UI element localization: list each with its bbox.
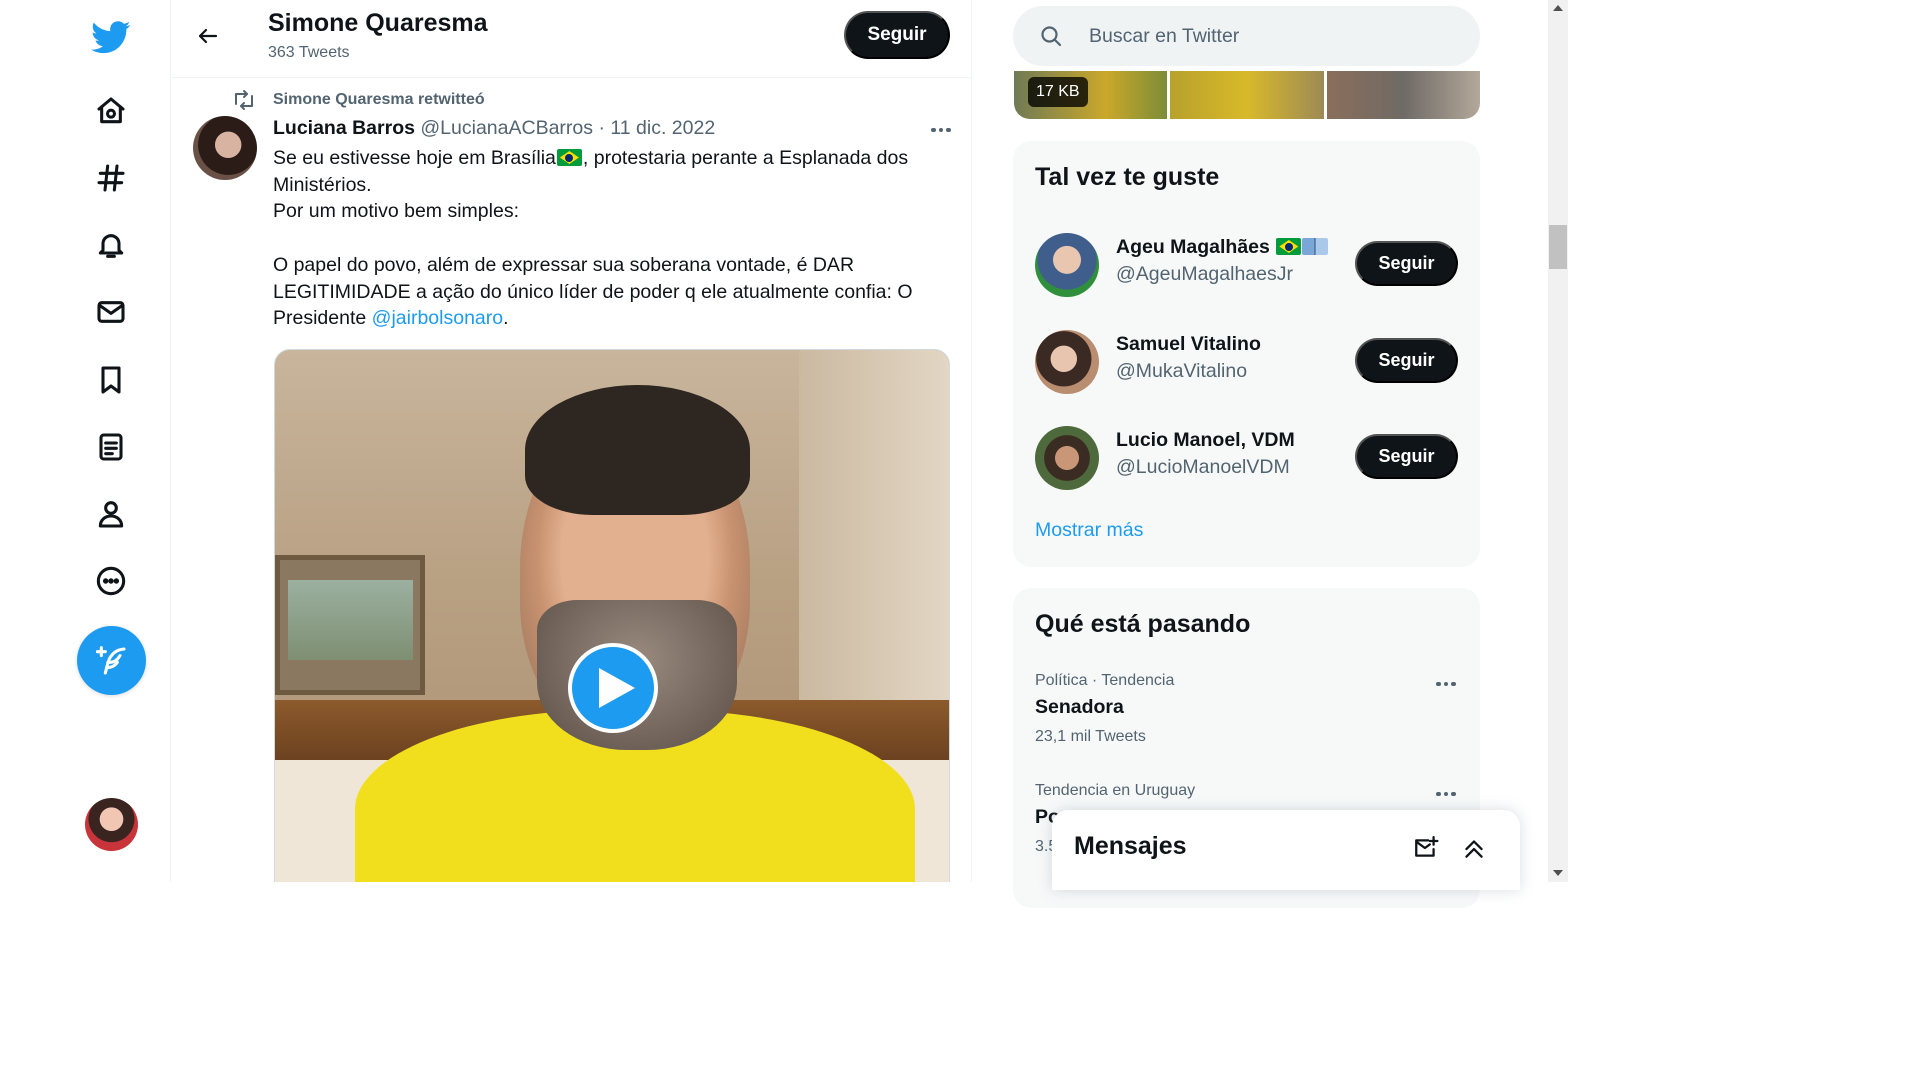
suggestion-avatar[interactable] [1035, 233, 1099, 297]
play-button[interactable] [568, 643, 658, 733]
messages-envelope-icon[interactable] [82, 283, 140, 341]
video-person-hair [525, 385, 750, 515]
show-more-link[interactable]: Mostrar más [1035, 519, 1143, 542]
window-scrollbar[interactable] [1548, 0, 1568, 882]
bookmarks-icon[interactable] [82, 351, 140, 409]
tweet-paragraph-2: Por um motivo bem simples: [273, 200, 519, 223]
play-icon [599, 668, 635, 708]
trend-name: Senadora [1035, 696, 1124, 718]
search-bar[interactable] [1013, 6, 1480, 66]
trend-more-options-icon[interactable] [1431, 782, 1461, 806]
compose-tweet-button[interactable] [77, 626, 146, 695]
tweet-text: Se eu estivesse hoje em Brasília, protes… [273, 145, 953, 332]
trend-more-options-icon[interactable] [1431, 672, 1461, 696]
trend-context: Política · Tendencia [1035, 672, 1175, 689]
search-icon [1041, 26, 1062, 47]
trend-count: 23,1 mil Tweets [1035, 728, 1146, 745]
notifications-bell-icon[interactable] [82, 216, 140, 274]
profile-header: Simone Quaresma 363 Tweets Seguir [172, 0, 971, 78]
suggestion-name[interactable]: Samuel Vitalino [1116, 333, 1261, 356]
suggestion-row[interactable]: Lucio Manoel, VDM @LucioManoelVDM Seguir [1013, 412, 1480, 508]
twitter-profile-page: Simone Quaresma retwitteó Luciana Barros… [0, 0, 1568, 908]
home-icon[interactable] [82, 82, 140, 140]
tweet-video[interactable] [274, 349, 950, 882]
messages-drawer[interactable]: Mensajes [1052, 810, 1520, 890]
lists-icon[interactable] [82, 418, 140, 476]
tweet-text-line3-before-mention: O papel do povo, além de expressar sua s… [273, 253, 913, 330]
profile-media-strip: 17 KB [1014, 71, 1480, 119]
media-thumbnail[interactable] [1326, 71, 1480, 119]
follow-button[interactable]: Seguir [1355, 338, 1458, 383]
suggestion-row[interactable]: Samuel Vitalino @MukaVitalino Seguir [1013, 316, 1480, 412]
retweet-icon [232, 89, 256, 111]
main-column: Simone Quaresma retwitteó Luciana Barros… [172, 0, 972, 882]
more-options-circle-icon[interactable] [82, 552, 140, 610]
who-to-follow-panel: Tal vez te guste Ageu Magalhães @AgeuMag… [1013, 141, 1480, 567]
tweet-count: 363 Tweets [268, 44, 350, 61]
scroll-up-arrow-icon[interactable] [1553, 5, 1563, 11]
suggestion-name[interactable]: Lucio Manoel, VDM [1116, 429, 1295, 452]
profile-person-icon[interactable] [82, 485, 140, 543]
follow-button[interactable]: Seguir [1355, 434, 1458, 479]
mention-link[interactable]: @jairbolsonaro [372, 307, 503, 329]
scroll-down-arrow-icon[interactable] [1553, 870, 1563, 876]
back-arrow-icon[interactable] [190, 18, 226, 54]
tweet-more-options-icon[interactable] [924, 118, 958, 142]
suggestion-name-text: Ageu Magalhães [1116, 236, 1270, 258]
new-message-icon[interactable] [1410, 832, 1442, 864]
follow-button[interactable]: Seguir [1355, 241, 1458, 286]
open-book-emoji [1302, 238, 1329, 255]
profile-name: Simone Quaresma [268, 9, 488, 37]
media-thumbnail[interactable] [1170, 71, 1324, 119]
follow-button[interactable]: Seguir [844, 11, 950, 59]
tweet-author-name[interactable]: Luciana Barros [273, 117, 415, 139]
left-navigation [0, 0, 171, 882]
account-avatar[interactable] [85, 798, 138, 851]
tweet-paragraph-1: Se eu estivesse hoje em Brasília, protes… [273, 145, 953, 198]
video-picture-frame [275, 555, 425, 695]
tweet-text-line3-after-mention: . [503, 307, 509, 330]
tweet-author-avatar[interactable] [193, 116, 257, 180]
tweet-author-handle[interactable]: @LucianaACBarros [420, 117, 593, 139]
media-size-badge: 17 KB [1028, 77, 1088, 107]
suggestion-handle[interactable]: @AgeuMagalhaesJr [1116, 263, 1293, 286]
trends-title: Qué está pasando [1035, 610, 1251, 638]
tweet-date[interactable]: 11 dic. 2022 [610, 117, 715, 139]
explore-hashtag-icon[interactable] [82, 149, 140, 207]
suggestion-row[interactable]: Ageu Magalhães @AgeuMagalhaesJr Seguir [1013, 219, 1480, 315]
tweet-paragraph-3: O papel do povo, além de expressar sua s… [273, 252, 953, 332]
brazil-flag-emoji [556, 149, 582, 166]
expand-double-chevron-up-icon[interactable] [1458, 832, 1490, 864]
twitter-logo-icon[interactable] [82, 8, 140, 66]
tweet-text-line1-before-flag: Se eu estivesse hoje em Brasília [273, 147, 556, 169]
search-input[interactable] [1089, 20, 1449, 52]
meta-separator: · [598, 117, 605, 139]
who-to-follow-title: Tal vez te guste [1035, 163, 1220, 191]
brazil-flag-emoji [1276, 238, 1302, 255]
scrollbar-thumb[interactable] [1549, 225, 1567, 269]
suggestion-handle[interactable]: @LucioManoelVDM [1116, 456, 1290, 479]
suggestion-handle[interactable]: @MukaVitalino [1116, 360, 1247, 383]
suggestion-name[interactable]: Ageu Magalhães [1116, 236, 1329, 259]
messages-drawer-title: Mensajes [1074, 832, 1187, 860]
retweeted-by-label[interactable]: Simone Quaresma retwitteó [273, 91, 485, 109]
compose-tweet-feather-icon [95, 645, 126, 675]
trend-item[interactable]: Política · Tendencia Senadora 23,1 mil T… [1013, 672, 1480, 780]
suggestion-avatar[interactable] [1035, 426, 1099, 490]
trend-context: Tendencia en Uruguay [1035, 782, 1196, 799]
tweet-meta: Luciana Barros @LucianaACBarros · 11 dic… [273, 117, 715, 140]
suggestion-avatar[interactable] [1035, 330, 1099, 394]
